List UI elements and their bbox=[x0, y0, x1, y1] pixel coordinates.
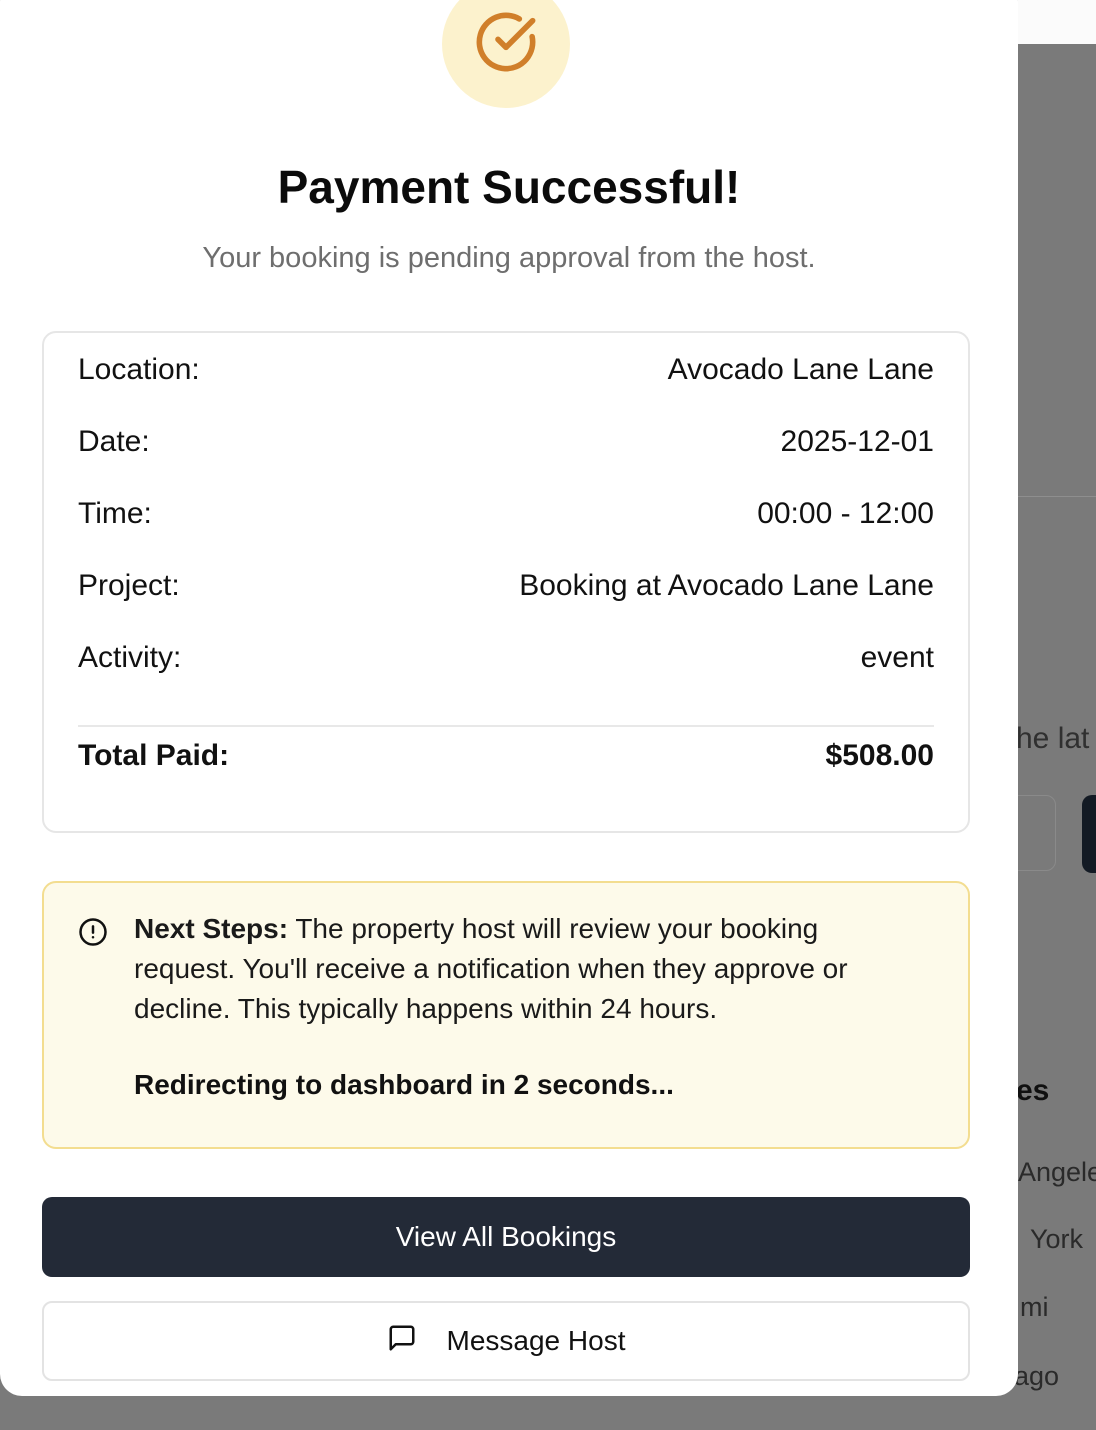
alert-circle-icon bbox=[78, 917, 108, 952]
notice-heading: Next Steps: bbox=[134, 913, 289, 944]
message-square-icon bbox=[387, 1323, 417, 1360]
detail-row-time: Time: 00:00 - 12:00 bbox=[78, 497, 934, 531]
date-value: 2025-12-01 bbox=[780, 425, 934, 458]
total-label: Total Paid: bbox=[78, 739, 230, 772]
background-city-item: York bbox=[1030, 1224, 1084, 1254]
redirect-countdown: Redirecting to dashboard in 2 seconds... bbox=[134, 1069, 674, 1100]
view-all-bookings-label: View All Bookings bbox=[395, 1221, 617, 1252]
date-label: Date: bbox=[78, 425, 150, 458]
background-header bbox=[1018, 0, 1096, 44]
time-value: 00:00 - 12:00 bbox=[757, 497, 934, 530]
background-heading: es bbox=[1016, 1074, 1050, 1107]
view-all-bookings-button[interactable]: View All Bookings bbox=[42, 1197, 970, 1277]
location-label: Location: bbox=[78, 353, 200, 386]
details-divider bbox=[78, 725, 934, 727]
payment-success-modal: Payment Successful! Your booking is pend… bbox=[0, 0, 1018, 1396]
location-value: Avocado Lane Lane bbox=[667, 353, 934, 386]
total-value: $508.00 bbox=[825, 739, 934, 772]
message-host-label: Message Host bbox=[446, 1325, 626, 1356]
success-icon-badge bbox=[442, 0, 570, 108]
notice-message: Next Steps: The property host will revie… bbox=[134, 909, 908, 1029]
detail-row-total: Total Paid: $508.00 bbox=[78, 739, 934, 773]
background-city-item: Angele bbox=[1018, 1157, 1096, 1187]
background-button bbox=[1082, 795, 1096, 873]
detail-row-date: Date: 2025-12-01 bbox=[78, 425, 934, 459]
check-circle-icon bbox=[474, 10, 538, 79]
background-city-item: mi bbox=[1020, 1292, 1049, 1322]
message-host-button[interactable]: Message Host bbox=[42, 1301, 970, 1381]
activity-value: event bbox=[860, 641, 934, 674]
detail-row-activity: Activity: event bbox=[78, 641, 934, 675]
background-divider bbox=[1018, 496, 1096, 497]
activity-label: Activity: bbox=[78, 641, 182, 674]
booking-details-card: Location: Avocado Lane Lane Date: 2025-1… bbox=[42, 331, 970, 833]
detail-row-project: Project: Booking at Avocado Lane Lane bbox=[78, 569, 934, 603]
project-label: Project: bbox=[78, 569, 180, 602]
background-city-item: ago bbox=[1014, 1361, 1060, 1391]
time-label: Time: bbox=[78, 497, 152, 530]
detail-row-location: Location: Avocado Lane Lane bbox=[78, 353, 934, 387]
project-value: Booking at Avocado Lane Lane bbox=[519, 569, 934, 602]
background-text-fragment: he lat bbox=[1016, 722, 1090, 755]
modal-subtitle: Your booking is pending approval from th… bbox=[202, 242, 816, 274]
next-steps-notice: Next Steps: The property host will revie… bbox=[42, 881, 970, 1149]
modal-title: Payment Successful! bbox=[277, 161, 741, 213]
